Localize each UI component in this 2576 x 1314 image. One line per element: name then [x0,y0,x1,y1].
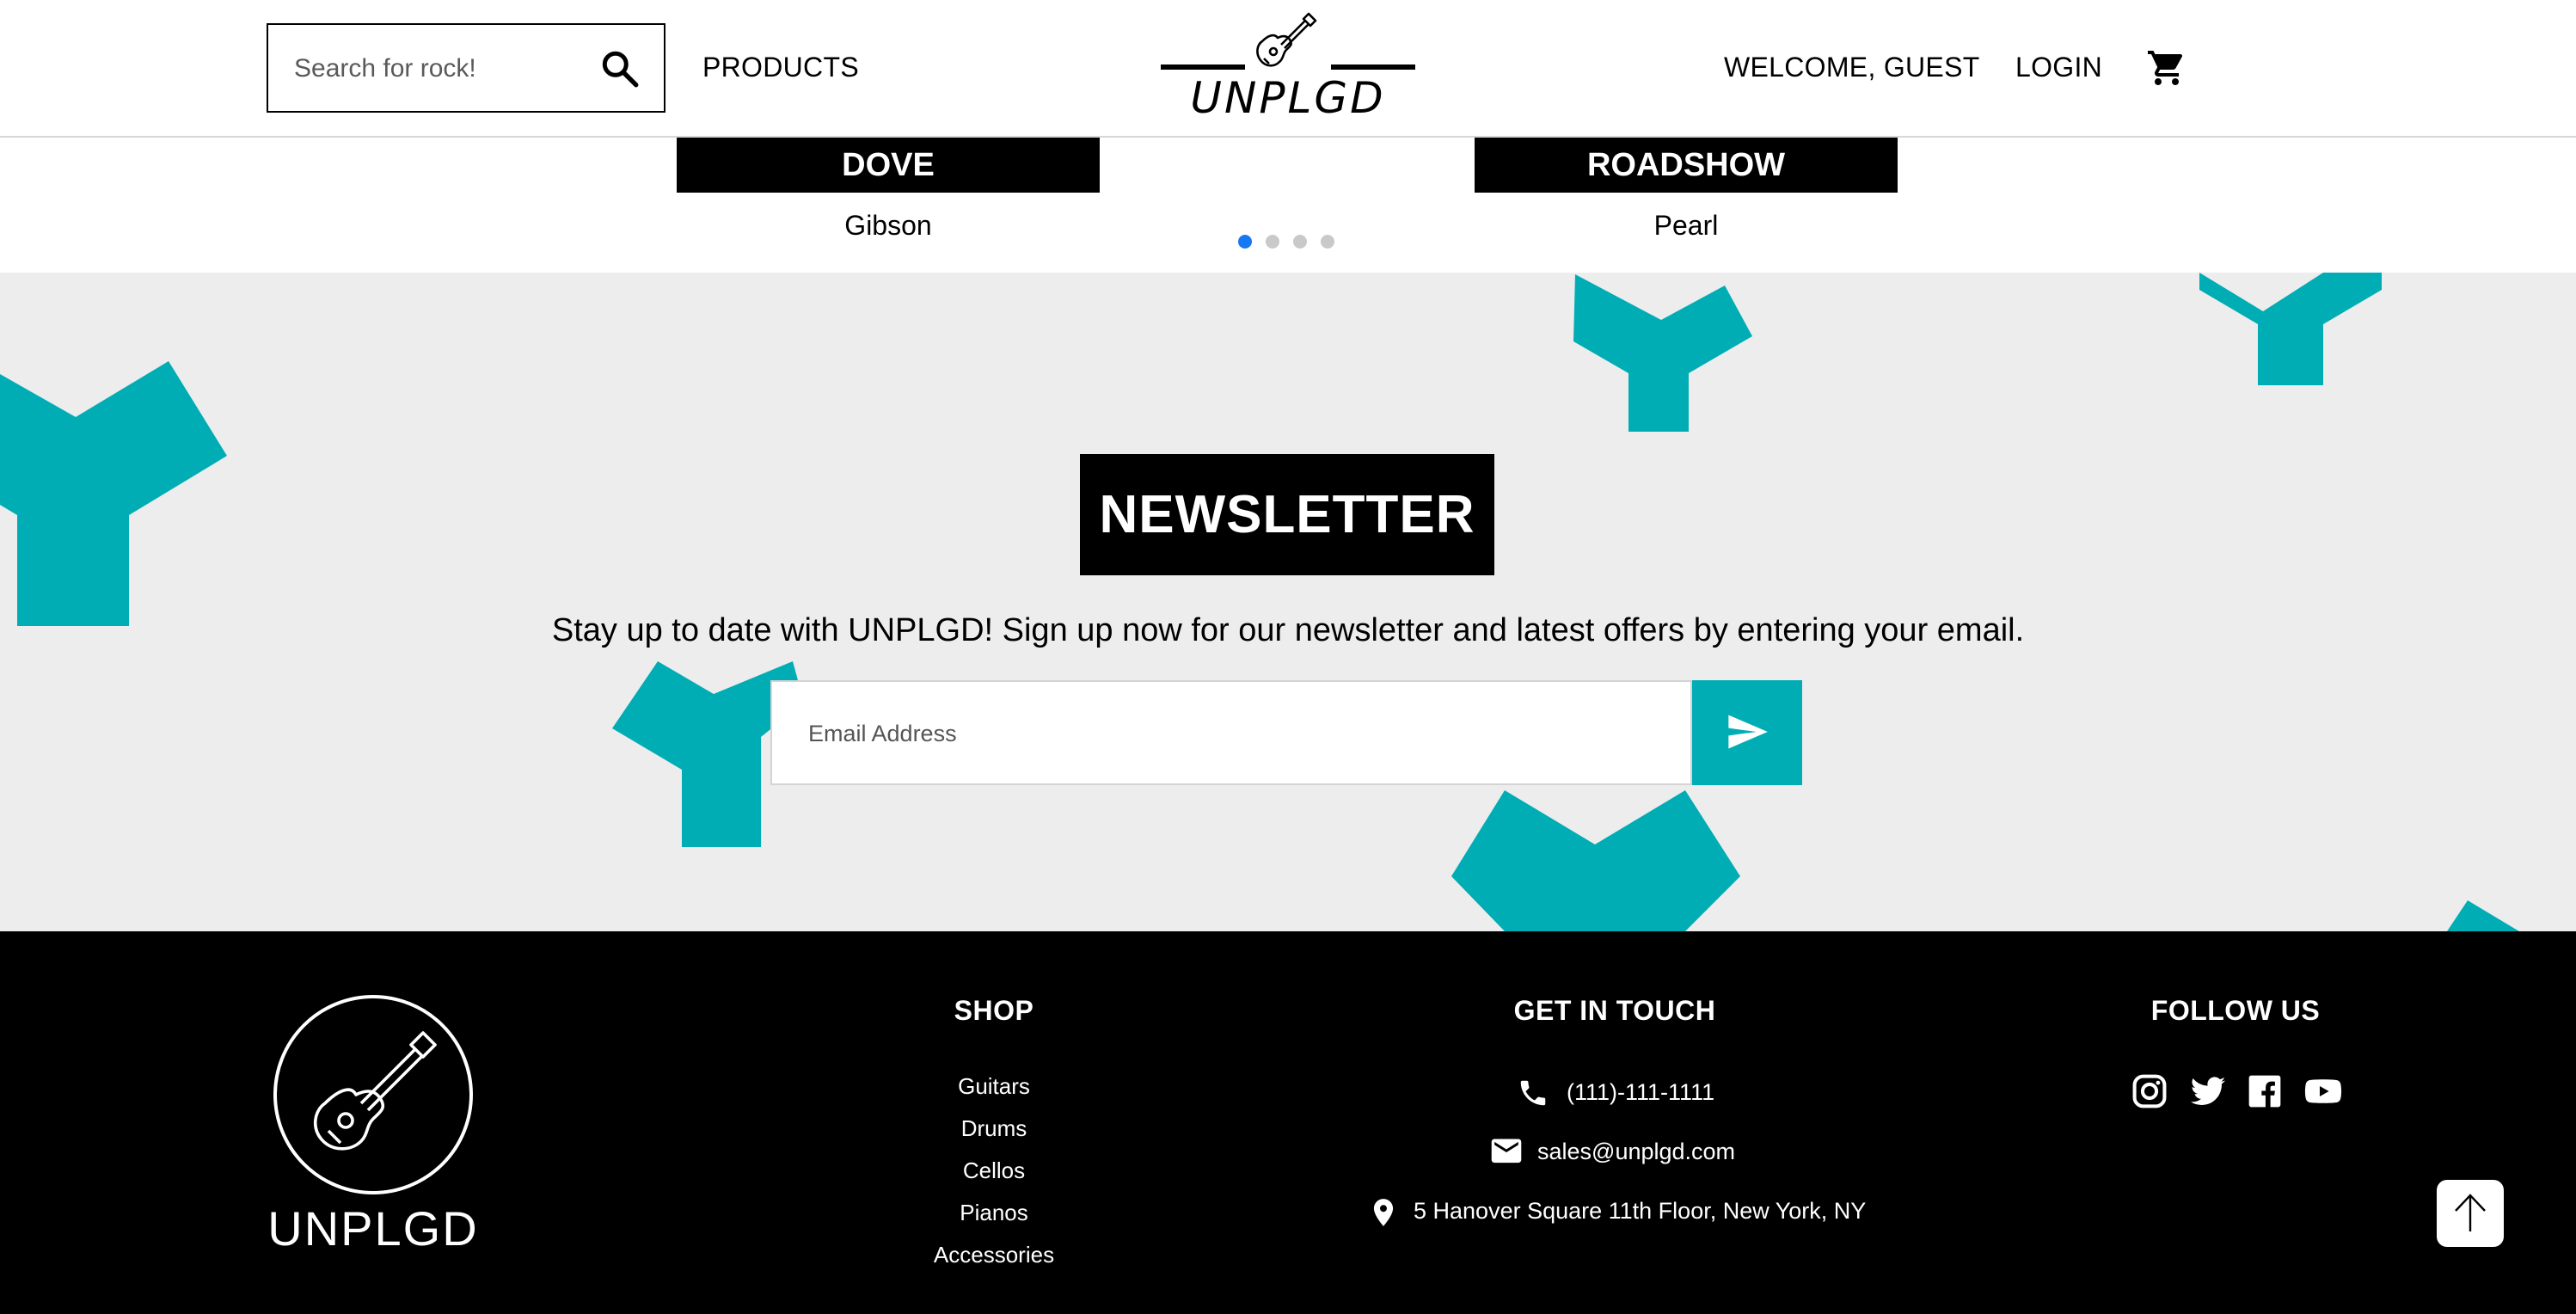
contact-heading: GET IN TOUCH [1513,995,1716,1026]
email-address: sales@unplgd.com [1537,1139,1736,1164]
product-card[interactable]: DOVE Gibson [677,138,1100,243]
contact-email[interactable]: sales@unplgd.com [1487,1133,1831,1170]
shop-link-pianos[interactable]: Pianos [908,1198,1080,1227]
shop-link-drums[interactable]: Drums [908,1114,1080,1143]
youtube-icon[interactable] [2304,1072,2342,1110]
twitter-icon[interactable] [2189,1072,2227,1110]
newsletter-description: Stay up to date with UNPLGD! Sign up now… [551,612,2025,648]
welcome-guest-label: WELCOME, GUEST [1724,52,1980,83]
guitar-logo-icon [1161,12,1415,70]
newsletter-section: NEWSLETTER Stay up to date with UNPLGD! … [0,273,2576,931]
shop-link-guitars[interactable]: Guitars [908,1071,1080,1101]
send-icon [1728,715,1768,749]
newsletter-title: NEWSLETTER [1080,454,1494,575]
instagram-icon[interactable] [2131,1072,2168,1110]
product-name: DOVE [677,138,1100,193]
shop-heading: SHOP [954,995,1034,1026]
street-address: 5 Hanover Square 11th Floor, New York, N… [1414,1198,1867,1224]
decorative-y-shapes [0,273,2519,931]
scroll-to-top-button[interactable] [2437,1180,2504,1247]
product-carousel: DOVE Gibson ROADSHOW Pearl [0,138,2576,273]
contact-phone[interactable]: (111)-111-1111 [1517,1073,1861,1111]
search-input[interactable] [292,25,588,113]
site-footer: UNPLGD SHOP Guitars Drums Cellos Pianos … [0,931,2576,1314]
contact-address[interactable]: 5 Hanover Square 11th Floor, New York, N… [1367,1192,1969,1230]
footer-logo-text: UNPLGD [267,1201,479,1256]
login-link[interactable]: LOGIN [2015,50,2102,84]
search-icon[interactable] [598,47,641,90]
arrow-up-icon [2455,1194,2486,1231]
follow-heading: FOLLOW US [2150,995,2321,1026]
shop-link-accessories[interactable]: Accessories [908,1240,1080,1269]
location-pin-icon [1373,1199,1394,1226]
logo-text: UNPLGD [1190,73,1386,123]
site-logo[interactable]: UNPLGD [1161,7,1415,124]
footer-guitar-logo-icon [273,995,473,1194]
phone-icon [1520,1080,1546,1106]
phone-number: (111)-111-1111 [1567,1079,1715,1105]
email-field-wrapper [770,680,1692,785]
product-brand: Gibson [844,210,932,241]
facebook-icon[interactable] [2246,1072,2284,1110]
search-box [267,23,665,113]
nav-products-link[interactable]: PRODUCTS [702,50,859,84]
product-name: ROADSHOW [1475,138,1898,193]
newsletter-submit-button[interactable] [1692,680,1802,785]
carousel-dot[interactable] [1238,235,1252,249]
cart-icon[interactable] [2146,47,2187,89]
carousel-dot[interactable] [1321,235,1334,249]
email-field[interactable] [807,682,1670,785]
mail-icon [1491,1139,1522,1164]
carousel-dot[interactable] [1266,235,1279,249]
shop-link-cellos[interactable]: Cellos [908,1156,1080,1185]
carousel-dot[interactable] [1293,235,1307,249]
product-brand: Pearl [1653,210,1719,241]
site-header: PRODUCTS UNPLGD WELCOME, GUEST LOGIN [0,0,2576,138]
product-card[interactable]: ROADSHOW Pearl [1475,138,1898,243]
